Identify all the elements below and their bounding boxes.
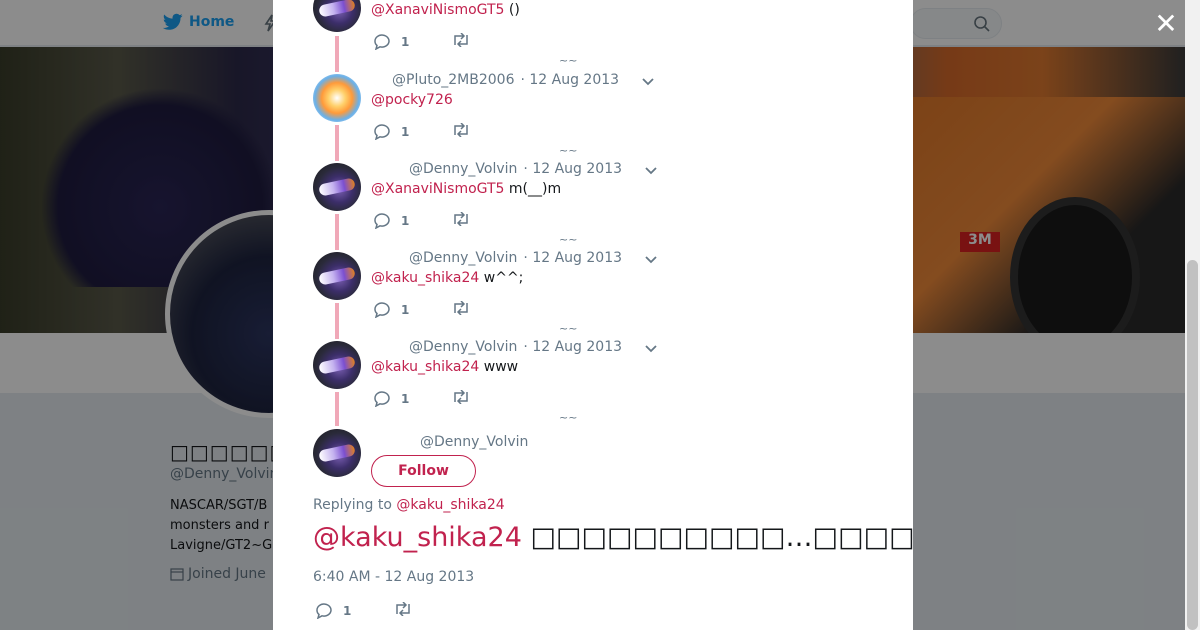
more-indicator-icon: ~~ bbox=[559, 411, 578, 424]
tweet-header: @Denny_Volvin · 12 Aug 2013 bbox=[409, 250, 622, 266]
more-indicator-icon: ~~ bbox=[559, 322, 578, 335]
tweet-text: @kaku_shika24 www bbox=[371, 359, 518, 375]
reply-count: 1 bbox=[401, 35, 410, 49]
retweet-icon[interactable] bbox=[451, 300, 471, 319]
thread-tweet[interactable]: @Denny_Volvin · 12 Aug 2013 @XanaviNismoG… bbox=[313, 161, 873, 246]
reply-icon bbox=[374, 302, 390, 318]
tweet-header: @Pluto_2MB2006 · 12 Aug 2013 bbox=[392, 72, 619, 88]
chevron-down-icon[interactable] bbox=[641, 76, 655, 86]
replying-label: Replying to bbox=[313, 497, 392, 513]
tweet-avatar[interactable] bbox=[313, 252, 361, 300]
tweet-avatar[interactable] bbox=[313, 74, 361, 122]
tweet-date[interactable]: · 12 Aug 2013 bbox=[520, 72, 619, 88]
replying-to: Replying to @kaku_shika24 bbox=[313, 497, 505, 513]
tweet-actions: 1 bbox=[373, 211, 471, 230]
reply-count: 1 bbox=[401, 125, 410, 139]
reply-icon bbox=[374, 391, 390, 407]
reply-icon bbox=[374, 34, 390, 50]
follow-button[interactable]: Follow bbox=[371, 455, 476, 487]
tweet-date[interactable]: · 12 Aug 2013 bbox=[523, 250, 622, 266]
chevron-down-icon[interactable] bbox=[644, 343, 658, 353]
main-tweet-avatar[interactable] bbox=[313, 429, 361, 477]
reply-button[interactable]: 1 bbox=[373, 391, 409, 407]
tweet-mention[interactable]: @XanaviNismoGT5 bbox=[371, 181, 504, 197]
tweet-body: () bbox=[504, 2, 520, 18]
close-icon[interactable]: ✕ bbox=[1154, 10, 1178, 38]
tweet-body: www bbox=[479, 359, 519, 375]
tweet-actions: 1 bbox=[373, 300, 471, 319]
tweet-actions: 1 bbox=[373, 122, 471, 141]
reply-count: 1 bbox=[343, 604, 352, 618]
more-indicator-icon: ~~ bbox=[559, 144, 578, 157]
tweet-text: @XanaviNismoGT5 () bbox=[371, 2, 520, 18]
tweet-header: @Denny_Volvin · 12 Aug 2013 bbox=[409, 161, 622, 177]
tweet-mention[interactable]: @XanaviNismoGT5 bbox=[371, 2, 504, 18]
page-scrollbar[interactable] bbox=[1185, 0, 1200, 630]
retweet-icon[interactable] bbox=[451, 211, 471, 230]
reply-button[interactable]: 1 bbox=[315, 603, 351, 619]
thread-tweet[interactable]: @XanaviNismoGT5 () 1 ~~ bbox=[313, 0, 873, 67]
main-tweet-handle[interactable]: @Denny_Volvin bbox=[420, 434, 528, 450]
tweet-handle[interactable]: @Denny_Volvin bbox=[409, 161, 517, 177]
tweet-text: @XanaviNismoGT5 m(__)m bbox=[371, 181, 561, 197]
tweet-body: w^^; bbox=[479, 270, 524, 286]
tweet-avatar[interactable] bbox=[313, 341, 361, 389]
thread-tweet[interactable]: @Denny_Volvin · 12 Aug 2013 @kaku_shika24… bbox=[313, 250, 873, 335]
reply-count: 1 bbox=[401, 214, 410, 228]
main-tweet-text: @kaku_shika24 □□□□□□□□□□…□□□□□□□□□□□□□□□… bbox=[313, 522, 913, 553]
main-tweet-mention[interactable]: @kaku_shika24 bbox=[313, 522, 522, 553]
retweet-icon[interactable] bbox=[451, 122, 471, 141]
main-tweet-timestamp[interactable]: 6:40 AM - 12 Aug 2013 bbox=[313, 569, 474, 585]
reply-button[interactable]: 1 bbox=[373, 34, 409, 50]
scrollbar-thumb[interactable] bbox=[1187, 260, 1198, 630]
tweet-body: m(__)m bbox=[504, 181, 562, 197]
reply-count: 1 bbox=[401, 392, 410, 406]
reply-icon bbox=[374, 124, 390, 140]
tweet-actions: 1 bbox=[373, 32, 471, 51]
tweet-handle[interactable]: @Pluto_2MB2006 bbox=[392, 72, 514, 88]
thread-tweet[interactable]: @Pluto_2MB2006 · 12 Aug 2013 @pocky726 1 … bbox=[313, 72, 873, 157]
retweet-icon[interactable] bbox=[451, 389, 471, 408]
chevron-down-icon[interactable] bbox=[644, 165, 658, 175]
reply-count: 1 bbox=[401, 303, 410, 317]
tweet-actions: 1 bbox=[373, 389, 471, 408]
tweet-mention[interactable]: @pocky726 bbox=[371, 92, 453, 108]
chevron-down-icon[interactable] bbox=[644, 254, 658, 264]
tweet-mention[interactable]: @kaku_shika24 bbox=[371, 270, 479, 286]
more-indicator-icon: ~~ bbox=[559, 54, 578, 67]
reply-icon bbox=[374, 213, 390, 229]
tweet-text: @pocky726 bbox=[371, 92, 453, 108]
tweet-modal: @XanaviNismoGT5 () 1 ~~ @Pluto_2MB2006 · … bbox=[273, 0, 913, 630]
main-tweet-actions: 1 bbox=[315, 601, 413, 620]
tweet-handle[interactable]: @Denny_Volvin bbox=[409, 250, 517, 266]
thread-tweet[interactable]: @Denny_Volvin · 12 Aug 2013 @kaku_shika24… bbox=[313, 339, 873, 424]
more-indicator-icon: ~~ bbox=[559, 233, 578, 246]
tweet-mention[interactable]: @kaku_shika24 bbox=[371, 359, 479, 375]
tweet-avatar[interactable] bbox=[313, 0, 361, 32]
retweet-icon[interactable] bbox=[451, 32, 471, 51]
retweet-icon[interactable] bbox=[393, 601, 413, 620]
reply-button[interactable]: 1 bbox=[373, 302, 409, 318]
tweet-avatar[interactable] bbox=[313, 163, 361, 211]
tweet-text: @kaku_shika24 w^^; bbox=[371, 270, 523, 286]
tweet-date[interactable]: · 12 Aug 2013 bbox=[523, 339, 622, 355]
replying-mention[interactable]: @kaku_shika24 bbox=[396, 497, 504, 513]
tweet-date[interactable]: · 12 Aug 2013 bbox=[523, 161, 622, 177]
reply-button[interactable]: 1 bbox=[373, 213, 409, 229]
reply-button[interactable]: 1 bbox=[373, 124, 409, 140]
main-tweet-body: □□□□□□□□□□…□□□□□□□□□□□□□□□□□□□□w bbox=[530, 522, 913, 553]
tweet-handle[interactable]: @Denny_Volvin bbox=[409, 339, 517, 355]
reply-icon bbox=[316, 603, 332, 619]
tweet-header: @Denny_Volvin · 12 Aug 2013 bbox=[409, 339, 622, 355]
